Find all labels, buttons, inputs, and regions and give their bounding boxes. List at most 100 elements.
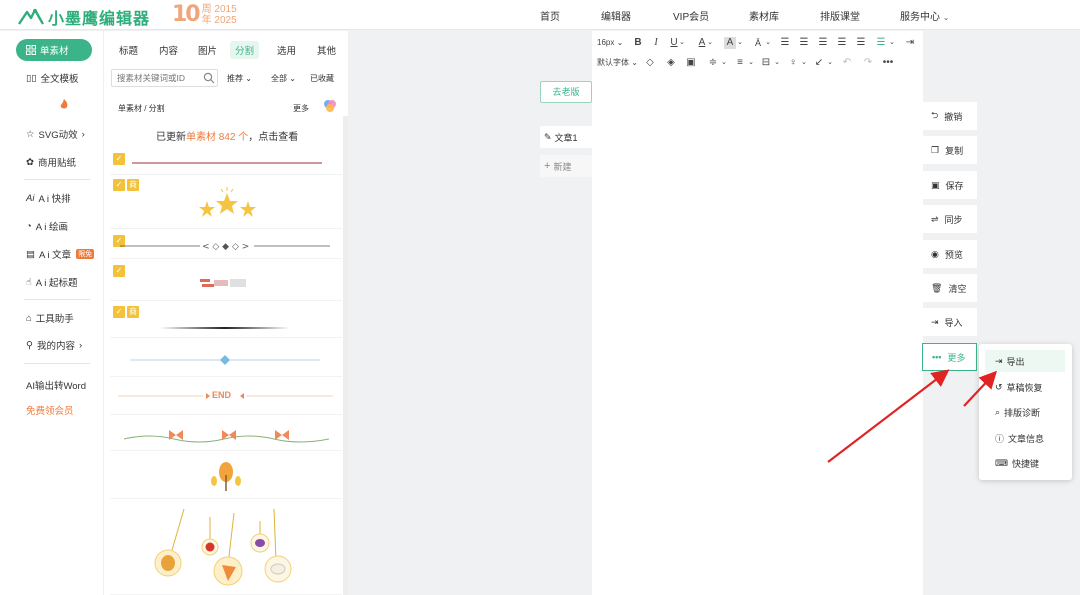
action-label: 更多: [947, 352, 966, 363]
align-justify-icon[interactable]: ☰: [836, 37, 848, 49]
menu-item-export[interactable]: ⇥ 导出: [985, 350, 1065, 372]
document-tab[interactable]: ✎ 文章1: [540, 126, 592, 148]
indent-icon[interactable]: ☰: [855, 37, 867, 49]
copy-button[interactable]: ❐ 复制: [922, 136, 977, 164]
new-document-label: 新建: [553, 161, 572, 172]
material-card[interactable]: END: [110, 379, 342, 415]
panel-scrollbar[interactable]: [343, 116, 348, 595]
tab-title[interactable]: 标题: [119, 43, 138, 57]
tab-divider[interactable]: 分割: [230, 41, 260, 59]
grid-icon: [26, 45, 36, 55]
material-card[interactable]: [110, 455, 342, 499]
sync-button[interactable]: ⇌ 同步: [922, 205, 977, 233]
sidebar-item-label: 商用贴纸: [37, 158, 76, 169]
bold-icon[interactable]: B: [632, 37, 644, 49]
search-input[interactable]: [111, 69, 218, 87]
eraser-icon[interactable]: ◇: [644, 57, 656, 69]
search-icon[interactable]: [203, 72, 215, 84]
material-card[interactable]: [110, 503, 342, 595]
gem-icon[interactable]: [323, 99, 337, 113]
new-document-button[interactable]: + 新建: [540, 155, 592, 177]
align-right-icon[interactable]: ☰: [817, 37, 829, 49]
menu-item-draft-restore[interactable]: ↺ 草稿恢复: [985, 376, 1065, 398]
material-card[interactable]: ✓ < ◇ ◆ ◇ >: [110, 233, 342, 259]
material-card[interactable]: [110, 343, 342, 377]
sidebar-free-vip-link[interactable]: 免费领会员: [26, 403, 74, 417]
tab-selected[interactable]: 选用: [277, 43, 296, 57]
update-notice[interactable]: 已更新单素材 842 个，点击查看: [156, 128, 298, 143]
document-tab-label: 文章1: [554, 132, 578, 143]
font-size-select[interactable]: 16px ⌄: [597, 38, 623, 47]
material-card[interactable]: ✓ 商: [110, 177, 342, 229]
chevron-down-icon[interactable]: ⌄: [704, 37, 716, 49]
redo-icon[interactable]: ↷: [862, 57, 874, 69]
more-link[interactable]: 更多: [293, 103, 309, 114]
chevron-down-icon[interactable]: ⌄: [745, 57, 757, 69]
undo-button[interactable]: ⮌ 撤销: [922, 102, 977, 130]
clear-button[interactable]: 🗑 清空: [922, 274, 977, 302]
material-card[interactable]: ✓: [110, 263, 342, 301]
chevron-down-icon[interactable]: ⌄: [824, 57, 836, 69]
nav-materials[interactable]: 素材库: [749, 8, 779, 23]
nav-service[interactable]: 服务中心 ⌄: [900, 8, 949, 23]
editor-canvas[interactable]: 16px ⌄ B I U ⌄ A ⌄ A ⌄ Ā ⌄ ☰ ☰ ☰ ☰ ☰ ☰ ⌄…: [592, 31, 923, 595]
commercial-tag: 商: [127, 179, 139, 191]
sidebar-item-ai-article[interactable]: ▤ A i 文章 限免: [26, 247, 95, 261]
tab-other[interactable]: 其他: [317, 43, 336, 57]
filter-favorites[interactable]: 已收藏: [310, 73, 334, 84]
anniversary-line-2: 年 2025: [201, 14, 237, 26]
nav-courses[interactable]: 排版课堂: [820, 8, 860, 23]
nav-vip[interactable]: VIP会员: [673, 8, 709, 23]
sidebar-item-my-content[interactable]: ⚲ 我的内容 ›: [26, 338, 82, 353]
import-icon[interactable]: ⇥: [904, 37, 916, 49]
filter-all[interactable]: 全部 ⌄: [271, 73, 296, 84]
save-icon: ▣: [931, 179, 940, 190]
menu-item-shortcuts[interactable]: ⌨ 快捷键: [985, 452, 1065, 474]
chevron-down-icon[interactable]: ⌄: [762, 37, 774, 49]
sidebar-item-ai-draw[interactable]: ◔ A i 绘画: [26, 219, 68, 234]
old-version-button[interactable]: 去老版: [540, 81, 592, 103]
sidebar-word-link[interactable]: AI输出转Word: [26, 378, 86, 392]
italic-icon[interactable]: I: [650, 37, 662, 49]
more-options-icon[interactable]: •••: [882, 57, 894, 69]
chevron-down-icon[interactable]: ⌄: [734, 37, 746, 49]
filter-recommend[interactable]: 推荐 ⌄: [227, 73, 252, 84]
import-button[interactable]: ⇥ 导入: [922, 308, 977, 336]
brand-logo[interactable]: 小墨鹰编辑器: [18, 5, 150, 29]
sidebar-item-ai-layout[interactable]: Ai A i 快排: [26, 191, 71, 206]
sidebar-item-stickers[interactable]: ✿ 商用贴纸: [26, 155, 76, 170]
chevron-down-icon[interactable]: ⌄: [676, 37, 688, 49]
sidebar-item-tools[interactable]: ⌂ 工具助手: [26, 311, 74, 326]
undo-icon[interactable]: ↶: [841, 57, 853, 69]
menu-item-article-info[interactable]: ⓘ 文章信息: [985, 427, 1065, 449]
align-center-icon[interactable]: ☰: [798, 37, 810, 49]
font-family-select[interactable]: 默认字体 ⌄: [597, 57, 638, 68]
sidebar-item-ai-title[interactable]: ☝ A i 起标题: [26, 275, 78, 290]
chevron-down-icon[interactable]: ⌄: [886, 37, 898, 49]
save-button[interactable]: ▣ 保存: [922, 171, 977, 199]
undo-icon: ⮌: [931, 110, 939, 120]
chevron-down-icon[interactable]: ⌄: [718, 57, 730, 69]
menu-item-diagnose[interactable]: ⌕ 排版诊断: [985, 401, 1065, 423]
sidebar-item-templates[interactable]: ▯▯ 全文模板: [26, 71, 78, 86]
sidebar-item-svg[interactable]: ☆ SVG动效 ›: [26, 127, 85, 142]
material-card[interactable]: ✓: [110, 151, 342, 175]
nav-home[interactable]: 首页: [540, 8, 560, 23]
material-card[interactable]: [110, 419, 342, 451]
menu-item-label: 快捷键: [1012, 458, 1040, 469]
align-left-icon[interactable]: ☰: [779, 37, 791, 49]
tab-image[interactable]: 图片: [198, 43, 217, 57]
menu-item-label: 排版诊断: [1004, 407, 1041, 418]
sidebar-item-single-material[interactable]: 单素材: [16, 39, 92, 61]
chevron-down-icon[interactable]: ⌄: [771, 57, 783, 69]
material-card[interactable]: ✓ 商: [110, 304, 342, 338]
tab-content[interactable]: 内容: [159, 43, 178, 57]
star-icon: ☆: [26, 128, 35, 140]
sidebar-item-label: A i 绘画: [35, 222, 68, 233]
image-icon[interactable]: ▣: [685, 57, 697, 69]
preview-button[interactable]: ◉ 预览: [922, 240, 977, 268]
nav-editor[interactable]: 编辑器: [601, 8, 631, 23]
more-button[interactable]: ••• 更多: [922, 343, 977, 371]
chevron-down-icon[interactable]: ⌄: [798, 57, 810, 69]
format-brush-icon[interactable]: ◈: [665, 57, 677, 69]
